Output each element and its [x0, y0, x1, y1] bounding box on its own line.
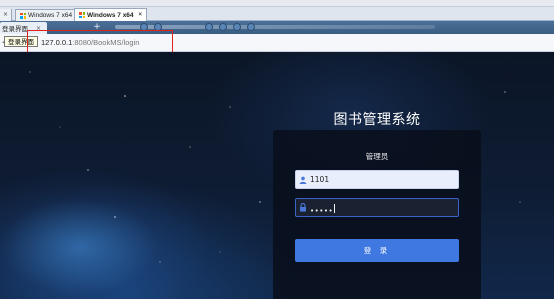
login-page: 图书管理系统 管理员 ••••• 登 录 — [0, 52, 554, 299]
tab-tooltip: 登录界面 — [4, 36, 38, 47]
star — [59, 126, 61, 128]
browser-control-icon[interactable] — [233, 23, 241, 31]
star — [29, 71, 31, 73]
browser-control-icon[interactable] — [247, 23, 255, 31]
star — [87, 169, 89, 171]
browser-tab-strip: 登录界面 × + — [0, 21, 554, 34]
close-icon[interactable]: × — [139, 12, 143, 18]
close-icon[interactable]: × — [36, 25, 41, 32]
password-mask: ••••• — [310, 207, 334, 215]
star — [504, 91, 506, 93]
star — [519, 201, 521, 203]
browser-control-icon[interactable] — [219, 23, 227, 31]
browser-tab-login[interactable]: 登录界面 × — [0, 22, 48, 34]
tab-scroll-left[interactable]: × — [0, 9, 12, 21]
new-tab-button[interactable]: + — [92, 22, 102, 33]
toolbar-fragment[interactable]: ▪▪ ▪▪ ▪ — [110, 0, 126, 3]
vm-tab-label: Windows 7 x64 — [87, 11, 134, 19]
star — [229, 106, 231, 108]
address-bar[interactable]: ◂ i 127.0.0.1:8080/BookMS/login — [0, 34, 554, 52]
browser-control-icon[interactable] — [140, 23, 148, 31]
login-button[interactable]: 登 录 — [295, 239, 459, 262]
browser-controls — [205, 23, 255, 32]
vm-tab-windows7-2[interactable]: Windows 7 x64 × — [74, 8, 148, 21]
browser-control-icon[interactable] — [205, 23, 213, 31]
windows-icon — [20, 12, 26, 19]
toolbar-fragment[interactable]: ▪▪ ▪▪ — [30, 0, 42, 3]
host-toolbar: ▪▪ ▪▪ ▪▪ ▪▪ ▪▪ ▪▪ ▪▪▪ ▪▪ ▪▪ ▪ ▪ ▪ ▪ ▪ ▪ … — [0, 0, 554, 7]
vm-tab-label: Windows 7 x64 — [28, 12, 73, 19]
username-input[interactable] — [310, 171, 450, 188]
star — [259, 201, 261, 203]
star — [159, 261, 161, 263]
toolbar-fragment[interactable]: ▪▪▪ — [86, 0, 93, 3]
toolbar-fragment[interactable]: ▪▪ ▪▪ — [2, 0, 14, 3]
star — [124, 95, 126, 97]
login-card: 管理员 ••••• 登 录 — [273, 130, 481, 299]
browser-controls — [140, 23, 162, 32]
blurred-url-area — [115, 25, 435, 29]
url-path: :8080/BookMS/login — [72, 38, 140, 47]
browser-control-icon[interactable] — [154, 23, 162, 31]
password-input[interactable]: ••••• — [310, 198, 336, 217]
url-text[interactable]: 127.0.0.1:8080/BookMS/login — [41, 38, 139, 47]
role-label: 管理员 — [365, 152, 389, 161]
star — [189, 146, 191, 148]
page-title: 图书管理系统 — [333, 112, 421, 128]
star — [219, 251, 221, 253]
toolbar-fragment[interactable]: ▪▪ ▪▪ — [60, 0, 72, 3]
password-field[interactable]: ••••• — [295, 198, 459, 217]
url-host: 127.0.0.1 — [41, 38, 73, 47]
user-icon — [296, 171, 310, 188]
username-field[interactable] — [295, 170, 459, 189]
browser-tab-label: 登录界面 — [2, 25, 28, 33]
lock-icon — [296, 199, 310, 216]
toolbar-fragment[interactable]: ▪ ▪ ▪ ▪ ▪ ▪ ▪ — [150, 0, 179, 3]
star — [114, 216, 116, 218]
vm-tab-bar: × Windows 7 x64 × Windows 7 x64 × — [0, 7, 554, 21]
text-caret — [334, 204, 336, 213]
windows-icon — [79, 12, 85, 18]
